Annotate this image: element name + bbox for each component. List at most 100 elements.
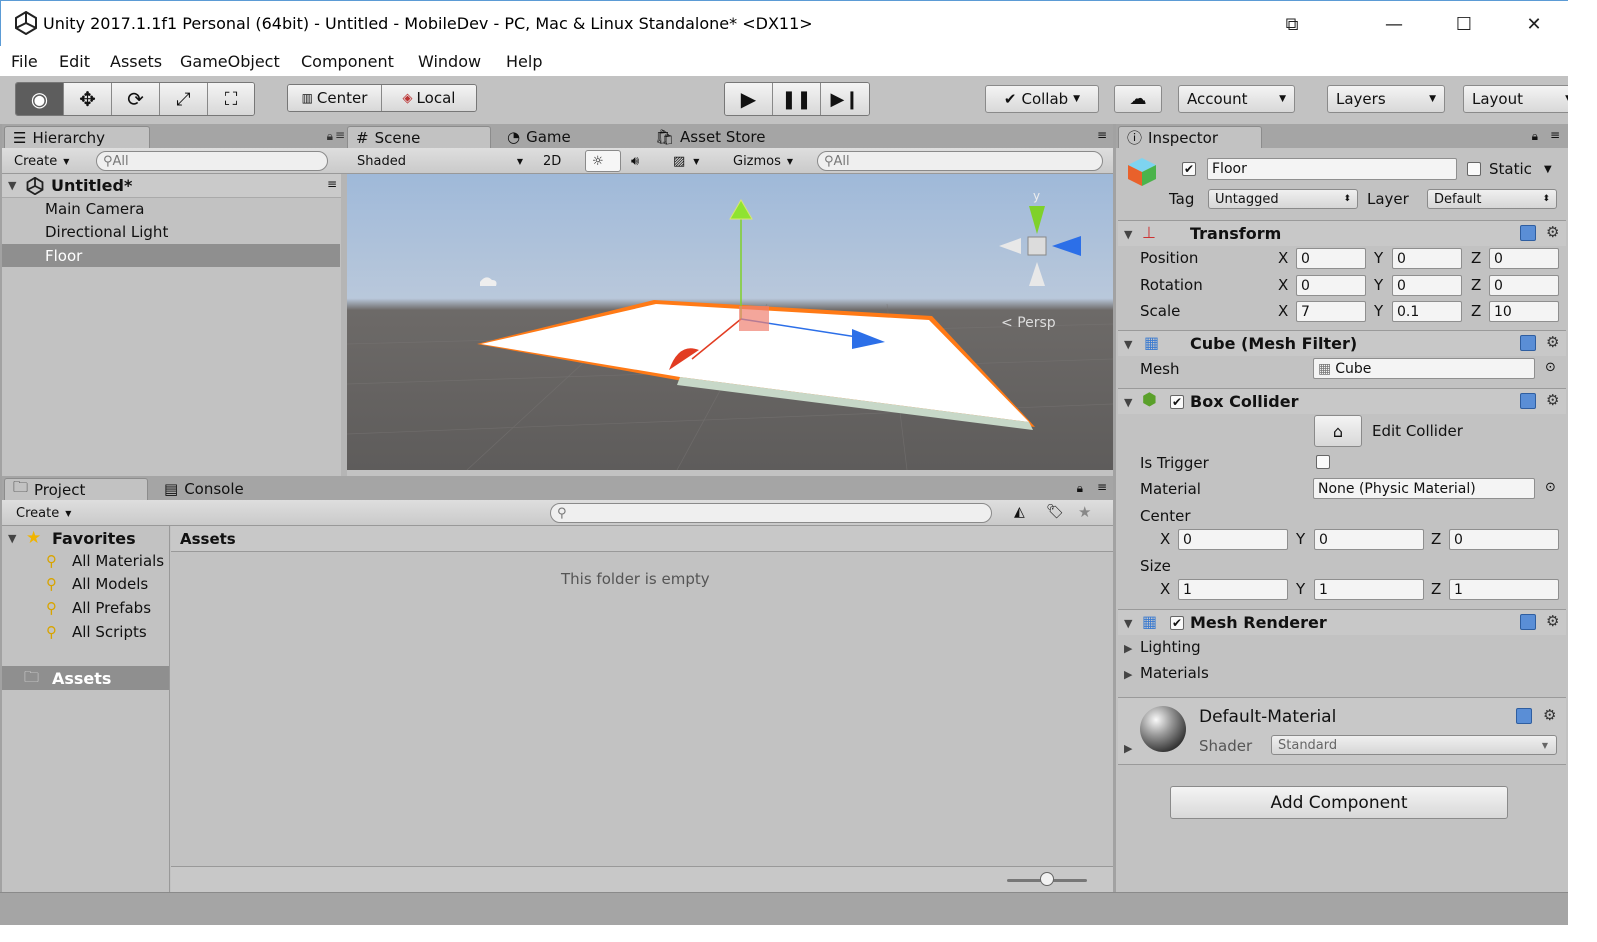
gear-icon[interactable]: ⚙ [1546,333,1559,351]
position-x-field[interactable]: 0 [1296,248,1366,269]
size-y-field[interactable]: 1 [1314,579,1424,600]
lock-icon[interactable]: 🔒︎ [1077,481,1083,496]
gizmos-dropdown[interactable]: Gizmos ▼ [727,150,805,172]
favorite-star-icon[interactable]: ★ [1078,503,1091,521]
tab-scene[interactable]: # Scene [347,126,491,148]
center-z-label[interactable]: Z [1431,530,1441,548]
center-y-label[interactable]: Y [1296,530,1305,548]
menu-file[interactable]: File [11,52,38,71]
audio-toggle[interactable]: 🔊︎ [625,150,659,172]
scale-y-label[interactable]: Y [1374,302,1383,320]
collapse-triangle-icon[interactable]: ▼ [1124,617,1132,630]
pivot-center-button[interactable]: ▥ Center [288,85,382,111]
gameobject-name-field[interactable]: Floor [1207,158,1457,180]
rotate-tool-button[interactable]: ⟳ [112,83,160,115]
rotation-x-field[interactable]: 0 [1296,275,1366,296]
chevron-down-icon[interactable]: ▼ [1544,164,1552,175]
lock-icon[interactable]: 🔒︎ [1532,129,1538,144]
layer-dropdown[interactable]: Default ⬍ [1427,189,1557,209]
rect-tool-button[interactable]: ⛶ [208,83,254,115]
gear-icon[interactable]: ⚙ [1546,391,1559,409]
favorite-all-scripts[interactable]: All Scripts [72,623,147,641]
box-collider-header[interactable]: ▼ ⬢ ✔ Box Collider ⚙ [1118,388,1566,414]
tab-asset-store[interactable]: 🛍︎ Asset Store [647,126,807,148]
hierarchy-create-dropdown[interactable]: Create ▼ [8,151,84,171]
menu-edit[interactable]: Edit [59,52,90,71]
is-trigger-checkbox[interactable] [1316,455,1330,469]
help-book-icon[interactable] [1520,614,1536,630]
hierarchy-item-directional-light[interactable]: Directional Light [45,223,168,241]
lighting-foldout[interactable]: Lighting [1140,638,1201,656]
mesh-filter-header[interactable]: ▼ ▦ Cube (Mesh Filter) ⚙ [1118,330,1566,356]
rotation-y-label[interactable]: Y [1374,276,1383,294]
filter-type-icon[interactable]: ◭ [1014,504,1025,520]
scene-root-row[interactable]: ▼ Untitled* ≡ [2,174,347,198]
position-z-field[interactable]: 0 [1489,248,1559,269]
collapse-triangle-icon[interactable]: ▼ [1124,228,1132,241]
size-z-label[interactable]: Z [1431,580,1441,598]
static-checkbox[interactable] [1467,162,1481,176]
effects-dropdown[interactable]: ▨ ▼ [667,150,715,172]
shader-dropdown[interactable]: Standard ▼ [1271,735,1557,755]
filter-label-icon[interactable]: 🏷︎ [1046,504,1064,520]
position-x-label[interactable]: X [1278,249,1288,267]
project-create-dropdown[interactable]: Create ▼ [10,503,86,523]
mesh-renderer-enabled-checkbox[interactable]: ✔ [1170,616,1184,630]
help-book-icon[interactable] [1520,393,1536,409]
step-button[interactable]: ▶❙ [821,83,869,115]
physic-material-field[interactable]: None (Physic Material) [1313,478,1535,499]
panel-menu-icon[interactable]: ≡ [1097,480,1107,494]
hierarchy-search-input[interactable]: ⚲ All [96,151,328,171]
scale-y-field[interactable]: 0.1 [1392,301,1462,322]
icon-size-slider-thumb[interactable] [1040,872,1054,886]
favorite-all-materials[interactable]: All Materials [72,552,170,570]
scale-x-field[interactable]: 7 [1296,301,1366,322]
size-z-field[interactable]: 1 [1449,579,1559,600]
layers-dropdown[interactable]: Layers ▼ [1327,85,1445,113]
lock-icon[interactable]: 🔒︎ [327,129,333,144]
menu-component[interactable]: Component [301,52,394,71]
move-tool-button[interactable]: ✥ [64,83,112,115]
scene-menu-icon[interactable]: ≡ [327,177,337,191]
breadcrumb[interactable]: Assets [180,530,236,548]
scale-x-label[interactable]: X [1278,302,1288,320]
material-preview-sphere[interactable] [1140,706,1186,752]
panel-menu-icon[interactable]: ≡ [1550,128,1560,142]
menu-help[interactable]: Help [506,52,542,71]
account-dropdown[interactable]: Account ▼ [1178,85,1295,113]
mesh-renderer-header[interactable]: ▼ ▦ ✔ Mesh Renderer ⚙ [1118,609,1566,635]
position-y-field[interactable]: 0 [1392,248,1462,269]
size-x-field[interactable]: 1 [1178,579,1288,600]
minimize-button[interactable]: — [1371,1,1417,47]
expand-triangle-icon[interactable]: ▶ [1124,642,1132,655]
rotation-z-label[interactable]: Z [1471,276,1481,294]
object-picker-icon[interactable]: ⊙ [1545,480,1556,495]
gear-icon[interactable]: ⚙ [1546,612,1559,630]
lighting-toggle[interactable]: ☼ [585,150,621,172]
help-book-icon[interactable] [1516,708,1532,724]
menu-assets[interactable]: Assets [110,52,162,71]
tab-console[interactable]: ▤ Console [156,478,296,500]
rotation-y-field[interactable]: 0 [1392,275,1462,296]
expand-triangle-icon[interactable]: ▼ [8,179,16,192]
center-x-label[interactable]: X [1160,530,1170,548]
scale-z-label[interactable]: Z [1471,302,1481,320]
menu-gameobject[interactable]: GameObject [180,52,280,71]
expand-triangle-icon[interactable]: ▶ [1124,668,1132,681]
box-collider-enabled-checkbox[interactable]: ✔ [1170,395,1184,409]
mode-2d-toggle[interactable]: 2D [537,150,575,172]
position-y-label[interactable]: Y [1374,249,1383,267]
scale-z-field[interactable]: 10 [1489,301,1559,322]
pause-button[interactable]: ❚❚ [773,83,821,115]
menu-window[interactable]: Window [418,52,481,71]
panel-menu-icon[interactable]: ≡ [1097,128,1107,142]
size-x-label[interactable]: X [1160,580,1170,598]
view-tool-button[interactable]: ◉ [16,83,64,115]
hierarchy-item-floor[interactable]: Floor [45,247,82,265]
close-button[interactable]: ✕ [1511,1,1557,47]
object-picker-icon[interactable]: ⊙ [1545,360,1556,375]
window-snap-icon[interactable]: ⧉ [1269,1,1315,47]
gameobject-active-checkbox[interactable]: ✔ [1182,162,1196,176]
tab-project[interactable]: 🗀 Project [4,478,148,500]
add-component-button[interactable]: Add Component [1170,786,1508,819]
